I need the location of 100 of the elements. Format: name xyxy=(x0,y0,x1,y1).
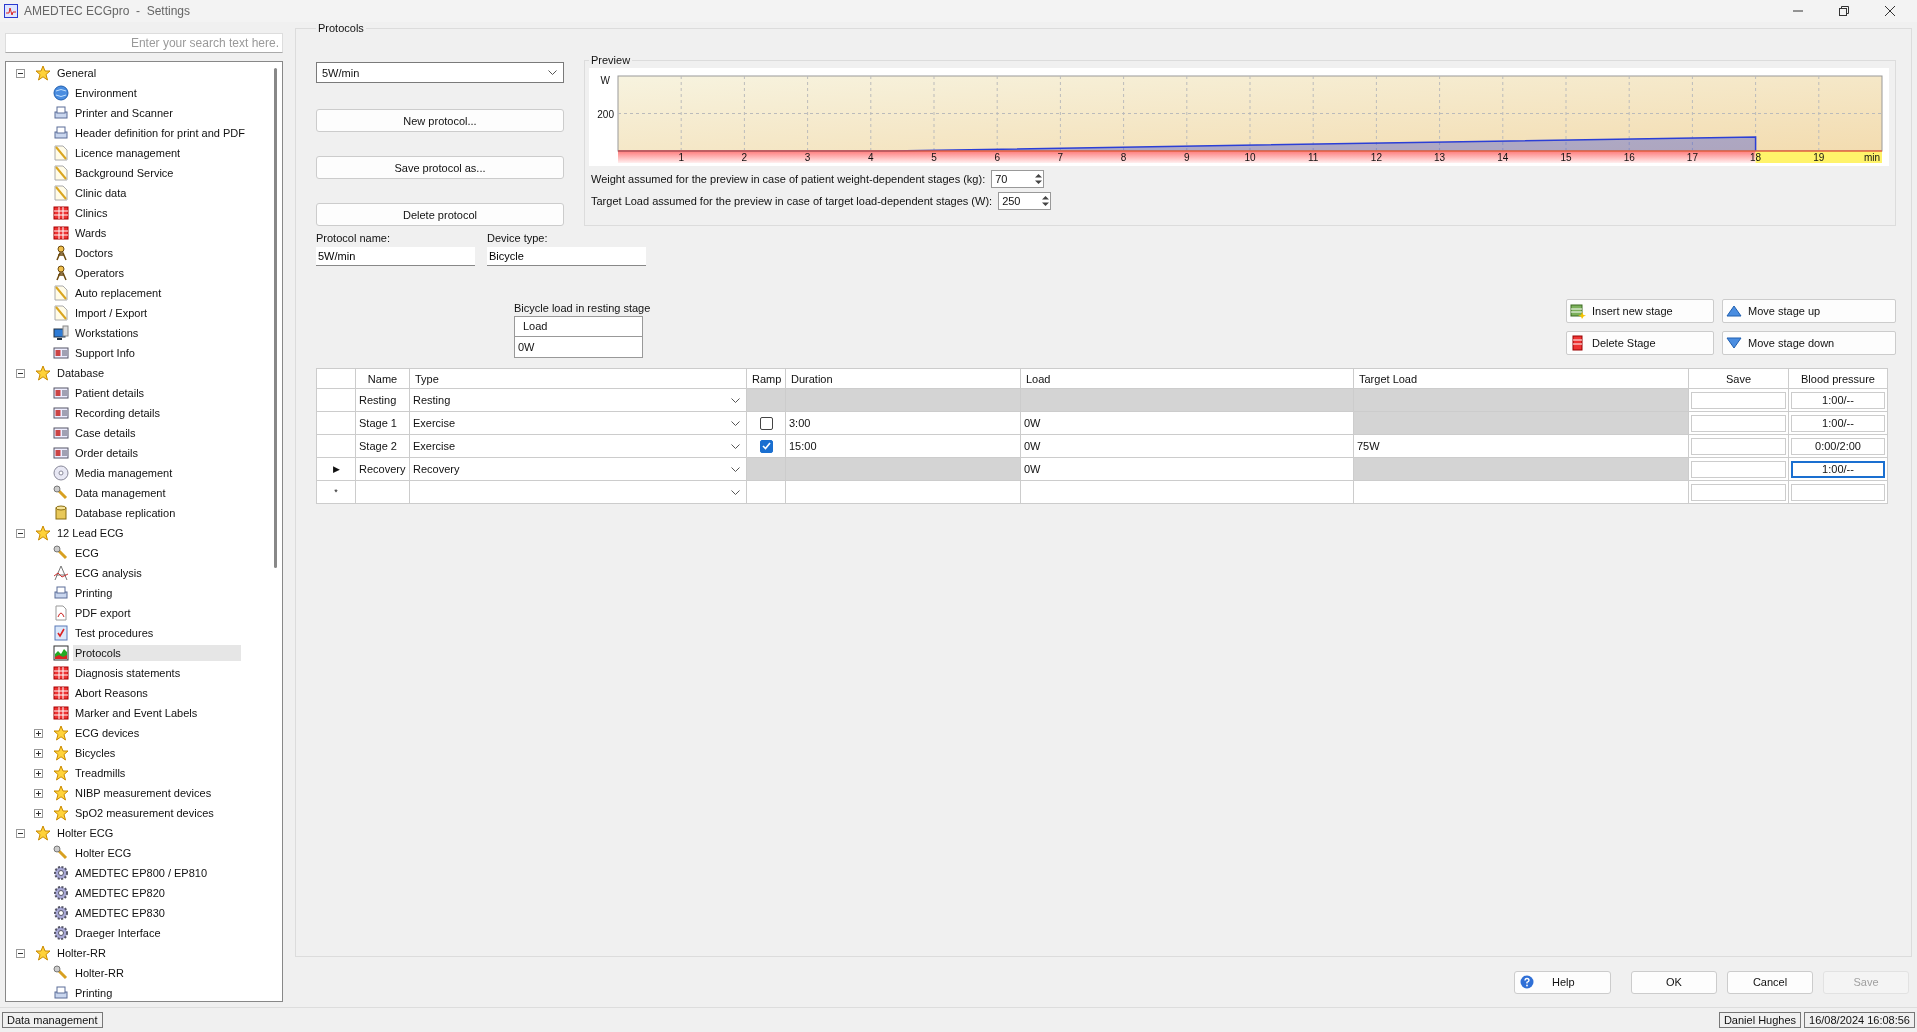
tree-item[interactable]: Order details xyxy=(73,445,140,461)
tree-item[interactable]: 12 Lead ECG xyxy=(55,525,126,541)
blood-pressure-button[interactable]: 0:00/2:00 xyxy=(1791,437,1885,455)
expander-icon[interactable] xyxy=(34,788,43,798)
protocol-button[interactable]: New protocol... xyxy=(316,109,564,132)
table-cell[interactable]: 3:00 xyxy=(785,411,1021,435)
table-cell[interactable]: 0W xyxy=(1020,434,1354,458)
dialog-button[interactable]: Help xyxy=(1514,970,1611,994)
protocol-name-field[interactable]: 5W/min xyxy=(316,247,475,266)
save-field[interactable] xyxy=(1691,437,1786,455)
stage-button[interactable]: Delete Stage xyxy=(1566,331,1714,355)
ramp-checkbox[interactable] xyxy=(759,439,773,453)
tree-item[interactable]: Patient details xyxy=(73,385,147,401)
expander-icon[interactable] xyxy=(34,768,43,778)
search-field[interactable]: Enter your search text here. xyxy=(5,33,283,53)
tree-item[interactable]: ECG devices xyxy=(73,725,142,741)
table-cell[interactable]: Resting xyxy=(355,388,410,412)
table-cell[interactable]: 15:00 xyxy=(785,434,1021,458)
tree-item[interactable]: Header definition for print and PDF xyxy=(73,125,247,141)
tree-item[interactable]: Recording details xyxy=(73,405,162,421)
table-cell[interactable] xyxy=(785,480,1021,504)
table-cell[interactable]: 0W xyxy=(1020,457,1354,481)
tree-item[interactable]: Treadmills xyxy=(73,765,128,781)
tree-item[interactable]: Bicycles xyxy=(73,745,118,761)
expander-icon[interactable] xyxy=(16,528,25,538)
tree-item[interactable]: Workstations xyxy=(73,325,141,341)
scrollbar-thumb[interactable] xyxy=(273,68,277,568)
tree-item[interactable]: Media management xyxy=(73,465,175,481)
table-cell[interactable] xyxy=(1020,480,1354,504)
type-dropdown[interactable]: Exercise xyxy=(410,413,746,433)
protocol-button[interactable]: Save protocol as... xyxy=(316,156,564,179)
tree-item[interactable]: NIBP measurement devices xyxy=(73,785,214,801)
blood-pressure-button[interactable]: 1:00/-- xyxy=(1791,414,1885,432)
expander-icon[interactable] xyxy=(16,828,25,838)
tree-item[interactable]: ECG analysis xyxy=(73,565,144,581)
tree-item[interactable]: Diagnosis statements xyxy=(73,665,183,681)
save-field[interactable] xyxy=(1691,414,1786,432)
expander-icon[interactable] xyxy=(34,748,43,758)
tree-item[interactable]: Holter-RR xyxy=(73,965,126,981)
tree-item[interactable]: Clinics xyxy=(73,205,110,221)
tree-item[interactable]: Data management xyxy=(73,485,168,501)
tree-item[interactable]: Holter-RR xyxy=(55,945,108,961)
tree-item[interactable]: AMEDTEC EP800 / EP810 xyxy=(73,865,210,881)
tree-item[interactable]: Database replication xyxy=(73,505,178,521)
tree-item[interactable]: Database xyxy=(55,365,107,381)
tree-item[interactable]: Import / Export xyxy=(73,305,150,321)
save-field[interactable] xyxy=(1691,483,1786,501)
table-cell[interactable]: 0W xyxy=(1020,411,1354,435)
protocol-button[interactable]: Delete protocol xyxy=(316,203,564,226)
tree-item[interactable]: Abort Reasons xyxy=(73,685,150,701)
tree-item[interactable]: Clinic data xyxy=(73,185,129,201)
table-cell[interactable]: 75W xyxy=(1353,434,1689,458)
tree-item[interactable]: AMEDTEC EP830 xyxy=(73,905,167,921)
tree-item[interactable]: Printing xyxy=(73,985,115,1001)
table-cell[interactable]: Recovery xyxy=(355,457,410,481)
row-header[interactable]: ▶ xyxy=(316,457,356,481)
table-cell[interactable]: 0W xyxy=(515,337,642,357)
save-field[interactable] xyxy=(1691,460,1786,478)
expander-icon[interactable] xyxy=(34,728,43,738)
tree-item[interactable]: Background Service xyxy=(73,165,176,181)
tree-item[interactable]: Protocols xyxy=(73,645,241,661)
expander-icon[interactable] xyxy=(16,948,25,958)
blood-pressure-button[interactable]: 1:00/-- xyxy=(1791,460,1885,478)
type-dropdown[interactable]: Exercise xyxy=(410,436,746,456)
expander-icon[interactable] xyxy=(16,68,25,78)
table-cell[interactable] xyxy=(1353,480,1689,504)
restore-icon[interactable] xyxy=(1839,6,1849,16)
tree-item[interactable]: Holter ECG xyxy=(73,845,134,861)
tree-item[interactable]: Auto replacement xyxy=(73,285,164,301)
protocol-dropdown[interactable]: 5W/min xyxy=(316,62,564,83)
tree-item[interactable]: PDF export xyxy=(73,605,133,621)
tree-item[interactable]: Draeger Interface xyxy=(73,925,163,941)
table-cell[interactable] xyxy=(355,480,410,504)
tree-item[interactable]: ECG xyxy=(73,545,101,561)
dialog-button[interactable]: Cancel xyxy=(1727,970,1813,994)
stage-button[interactable]: Insert new stage xyxy=(1566,299,1714,323)
stage-button[interactable]: Move stage up xyxy=(1722,299,1896,323)
number-spinner[interactable]: 70 xyxy=(991,170,1045,188)
tree-item[interactable]: Holter ECG xyxy=(55,825,116,841)
table-cell[interactable]: Stage 2 xyxy=(355,434,410,458)
stage-button[interactable]: Move stage down xyxy=(1722,331,1896,355)
close-icon[interactable] xyxy=(1885,6,1895,16)
tree-item[interactable]: Marker and Event Labels xyxy=(73,705,200,721)
type-dropdown[interactable]: Resting xyxy=(410,390,746,410)
tree-item[interactable]: Printer and Scanner xyxy=(73,105,175,121)
tree-item[interactable]: Printing xyxy=(73,585,115,601)
tree-item[interactable]: Support Info xyxy=(73,345,137,361)
device-type-field[interactable]: Bicycle xyxy=(487,247,646,266)
tree-item[interactable]: Case details xyxy=(73,425,138,441)
tree-item[interactable]: AMEDTEC EP820 xyxy=(73,885,167,901)
tree-item[interactable]: SpO2 measurement devices xyxy=(73,805,216,821)
tree-item[interactable]: General xyxy=(55,65,99,81)
number-spinner[interactable]: 250 xyxy=(998,192,1052,210)
tree-item[interactable]: Test procedures xyxy=(73,625,156,641)
tree-item[interactable]: Licence management xyxy=(73,145,183,161)
blood-pressure-button[interactable]: 1:00/-- xyxy=(1791,391,1885,409)
tree-item[interactable]: Operators xyxy=(73,265,126,281)
tree-item[interactable]: Doctors xyxy=(73,245,115,261)
ramp-checkbox[interactable] xyxy=(759,416,773,430)
expander-icon[interactable] xyxy=(16,368,25,378)
